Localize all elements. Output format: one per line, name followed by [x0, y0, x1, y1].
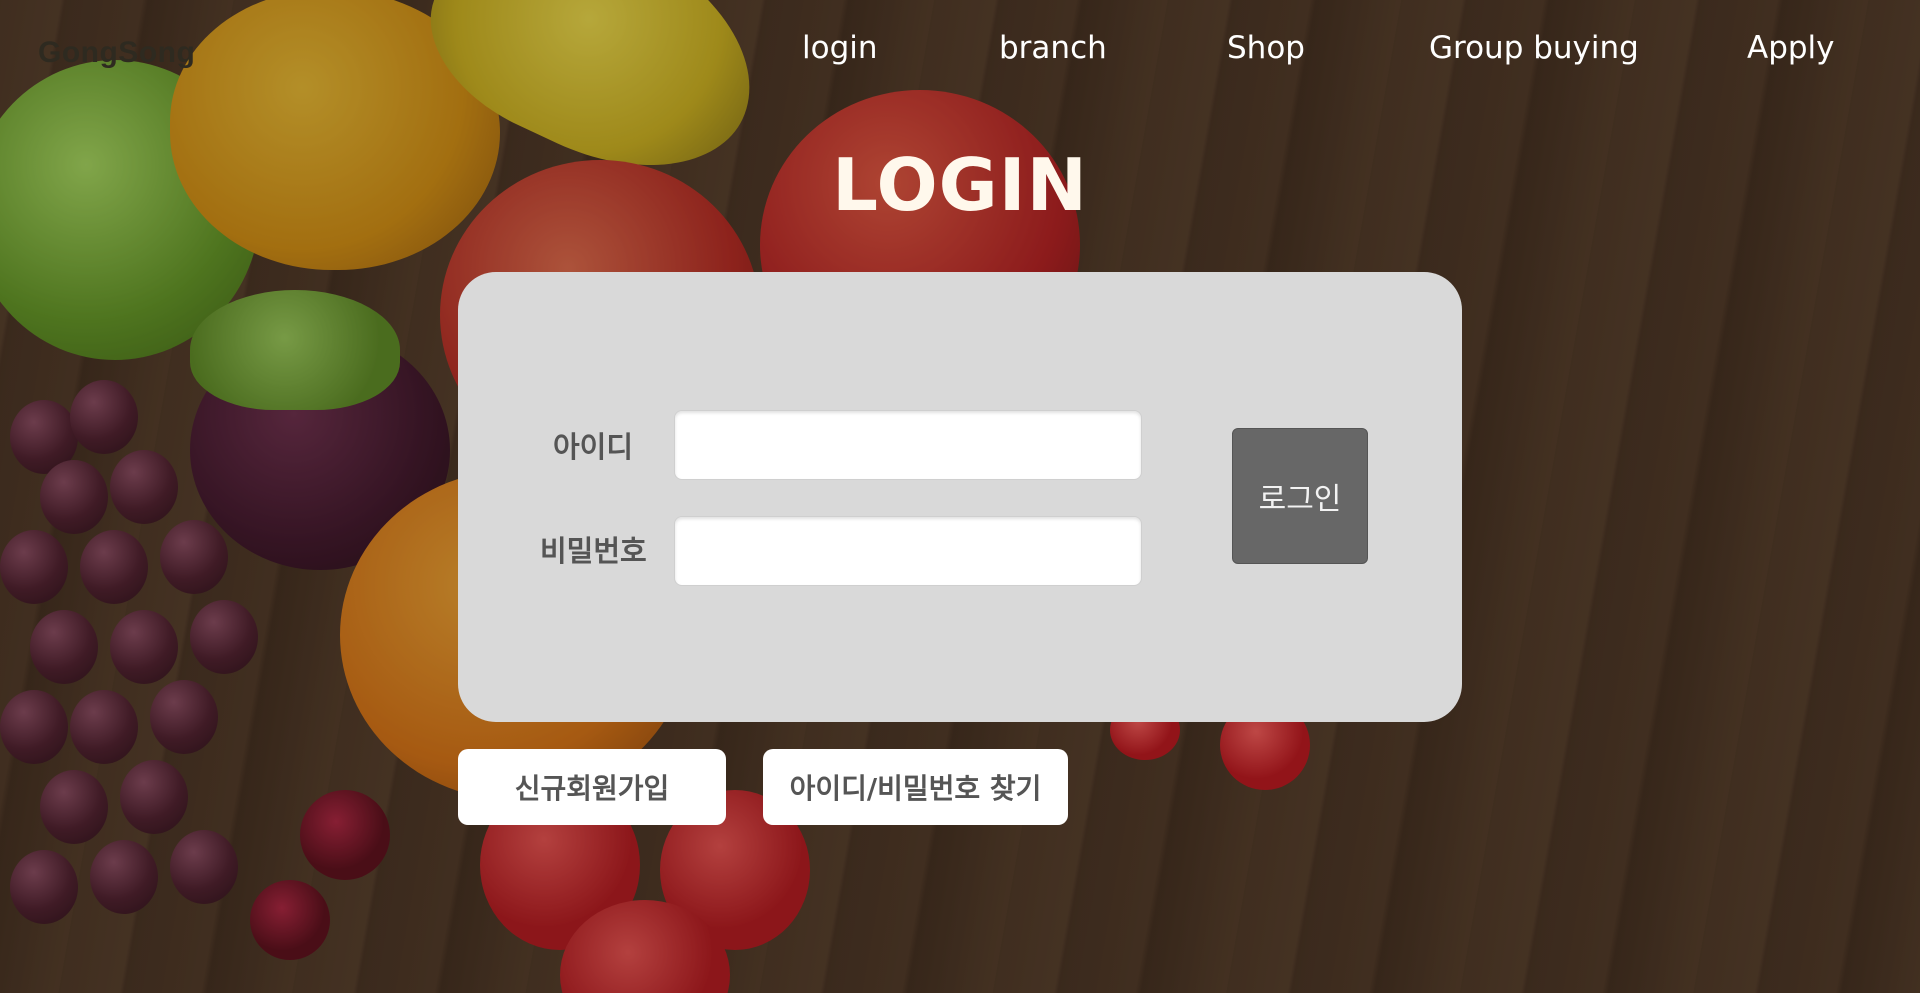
password-input[interactable] — [674, 516, 1142, 586]
nav-group-buying[interactable]: Group buying — [1429, 30, 1639, 66]
page-title: LOGIN — [832, 143, 1088, 227]
login-submit-button[interactable]: 로그인 — [1232, 428, 1368, 564]
nav-apply[interactable]: Apply — [1747, 30, 1835, 66]
nav-login[interactable]: login — [802, 30, 878, 66]
id-input[interactable] — [674, 410, 1142, 480]
signup-button[interactable]: 신규회원가입 — [458, 749, 726, 825]
nav-shop[interactable]: Shop — [1227, 30, 1305, 66]
find-account-button[interactable]: 아이디/비밀번호 찾기 — [763, 749, 1068, 825]
nav-branch[interactable]: branch — [999, 30, 1107, 66]
top-nav: login branch Shop Group buying Apply — [0, 30, 1920, 74]
password-label: 비밀번호 — [540, 534, 647, 568]
login-card: 아이디 비밀번호 로그인 — [458, 272, 1462, 722]
id-label: 아이디 — [553, 430, 634, 464]
